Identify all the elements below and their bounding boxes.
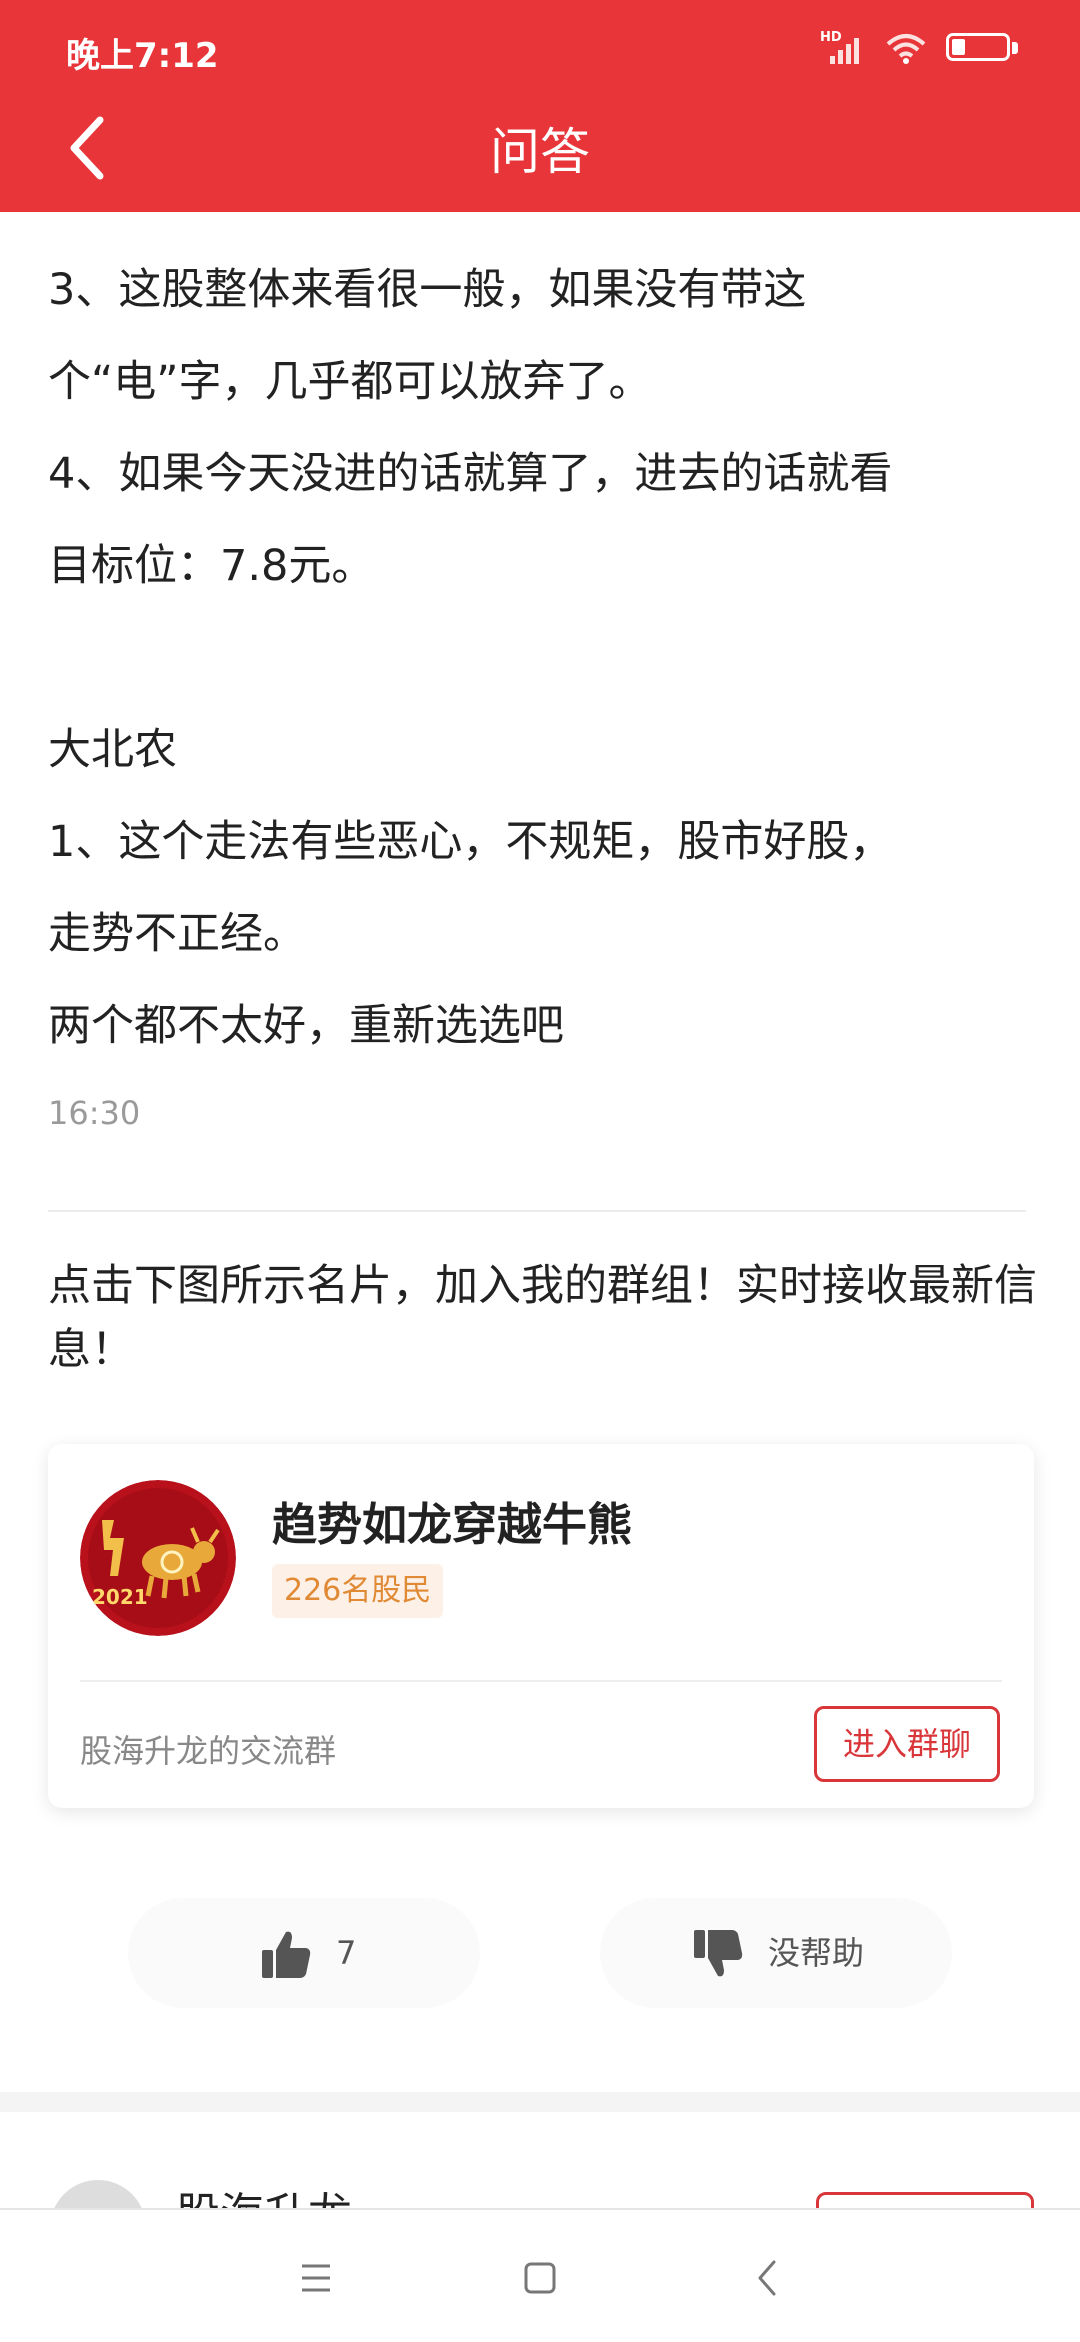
section-separator	[0, 2092, 1080, 2112]
page-title: 问答	[490, 123, 590, 181]
answer-line: 两个都不太好，重新选选吧	[48, 1001, 564, 1051]
not-helpful-button[interactable]: 没帮助	[600, 1898, 952, 2008]
join-group-button[interactable]: 进入群聊	[814, 1706, 1000, 1782]
answer-line: 目标位：7.8元。	[48, 541, 375, 591]
card-divider	[80, 1680, 1002, 1682]
answer-line: 1、这个走法有些恶心，不规矩，股市好股，	[48, 817, 893, 867]
like-button[interactable]: 7	[128, 1898, 480, 2008]
ox-logo-icon: 2021	[80, 1480, 236, 1636]
answer-line: 大北农	[48, 725, 177, 775]
group-description: 股海升龙的交流群	[80, 1732, 337, 1770]
feedback-area: 7 没帮助	[0, 1830, 1080, 2090]
group-card[interactable]: 2021 趋势如龙穿越牛熊 226名股民 股海升龙的交流群 进入群聊	[48, 1444, 1034, 1808]
avatar-year-text: 2021	[92, 1585, 148, 1609]
answer-line: 走势不正经。	[48, 909, 306, 959]
answer-content: 3、这股整体来看很一般，如果没有带这 个“电”字，几乎都可以放弃了。 4、如果今…	[48, 244, 1028, 1072]
thumbs-down-icon	[694, 1930, 743, 1977]
not-helpful-label: 没帮助	[768, 1934, 865, 1972]
answer-blank-line	[48, 612, 1028, 704]
status-icons: HD	[820, 30, 1020, 66]
divider	[48, 1210, 1026, 1212]
home-icon[interactable]	[512, 2250, 568, 2306]
member-count-badge: 226名股民	[272, 1564, 444, 1618]
answer-line: 3、这股整体来看很一般，如果没有带这	[48, 265, 807, 315]
answer-line: 4、如果今天没进的话就算了，进去的话就看	[48, 449, 893, 499]
signal-icon: HD	[820, 30, 866, 66]
group-avatar: 2021	[80, 1480, 236, 1636]
like-count: 7	[336, 1934, 357, 1972]
promo-text: 点击下图所示名片，加入我的群组！实时接收最新信息！	[48, 1261, 1037, 1375]
thumbs-up-icon	[262, 1931, 311, 1978]
nav-back-icon[interactable]	[740, 2250, 796, 2306]
answer-line: 个“电”字，几乎都可以放弃了。	[48, 357, 652, 407]
wifi-icon	[886, 34, 926, 64]
app-header: 晚上7:12 HD 问答	[0, 0, 1080, 212]
status-time: 晚上7:12	[66, 36, 219, 76]
group-name: 趋势如龙穿越牛熊	[272, 1498, 633, 1551]
menu-icon[interactable]	[288, 2250, 344, 2306]
answer-time: 16:30	[48, 1094, 141, 1132]
system-nav-bar	[0, 2208, 1080, 2342]
battery-icon	[946, 31, 1020, 65]
